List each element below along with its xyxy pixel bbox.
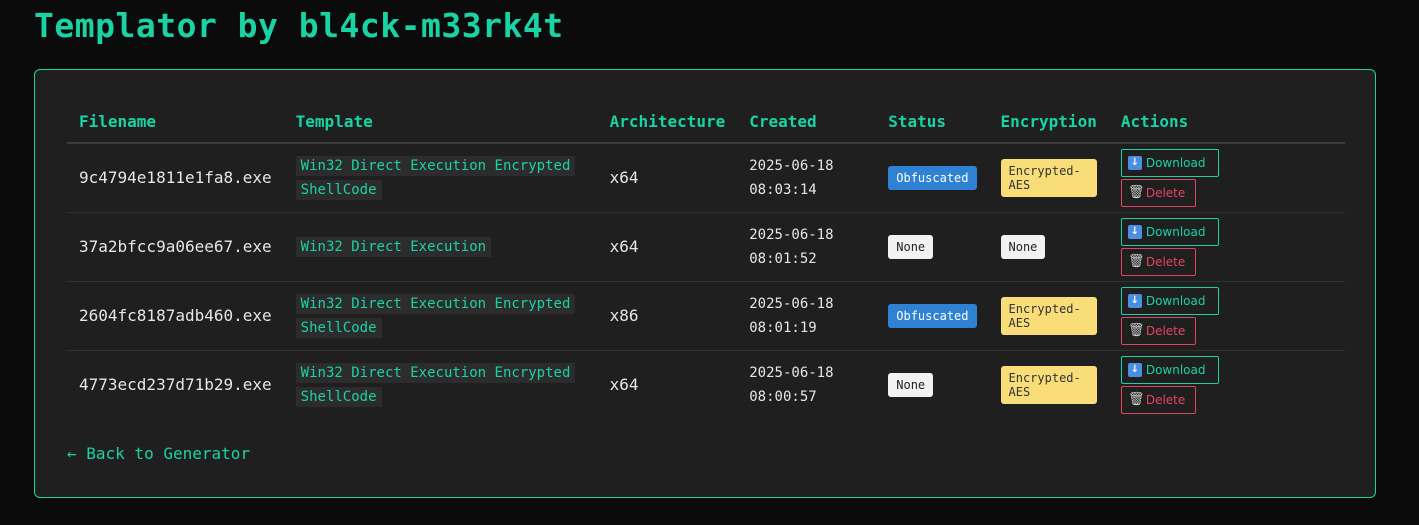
delete-label: Delete — [1145, 254, 1186, 269]
header-template: Template — [283, 100, 598, 144]
encryption-badge: Encrypted-AES — [1000, 365, 1097, 404]
created-cell: 2025-06-18 08:01:52 — [749, 226, 834, 267]
trash-icon: 🗑 — [1127, 322, 1145, 338]
header-architecture: Architecture — [597, 100, 738, 144]
delete-button[interactable]: 🗑 Delete — [1120, 385, 1196, 414]
encryption-badge: Encrypted-AES — [1000, 296, 1097, 335]
page-title: Templator by bl4ck-m33rk4t — [34, 6, 564, 45]
download-label: Download — [1145, 362, 1206, 377]
download-label: Download — [1145, 224, 1206, 239]
delete-label: Delete — [1145, 323, 1186, 338]
delete-label: Delete — [1145, 392, 1186, 407]
delete-button[interactable]: 🗑 Delete — [1120, 178, 1196, 207]
table-row: 9c4794e1811e1fa8.exe Win32 Direct Execut… — [67, 143, 1345, 213]
download-icon: ↓ — [1127, 362, 1142, 377]
status-badge: None — [888, 234, 934, 259]
filename-cell: 4773ecd237d71b29.exe — [79, 375, 272, 395]
trash-icon: 🗑 — [1127, 391, 1145, 407]
architecture-cell: x64 — [597, 212, 738, 282]
delete-label: Delete — [1145, 185, 1186, 200]
download-label: Download — [1145, 293, 1206, 308]
encryption-badge: Encrypted-AES — [1000, 158, 1097, 197]
download-button[interactable]: ↓ Download — [1120, 286, 1219, 315]
files-panel: Filename Template Architecture Created S… — [34, 69, 1376, 498]
filename-cell: 2604fc8187adb460.exe — [67, 281, 284, 351]
table-row: 37a2bfcc9a06ee67.exe Win32 Direct Execut… — [67, 212, 1345, 282]
table-row: 4773ecd237d71b29.exe Win32 Direct Execut… — [67, 350, 1345, 419]
header-filename: Filename — [67, 100, 284, 144]
download-button[interactable]: ↓ Download — [1120, 217, 1219, 246]
created-cell: 2025-06-18 08:00:57 — [749, 364, 834, 405]
architecture-cell: x64 — [609, 375, 639, 395]
download-icon: ↓ — [1127, 155, 1142, 170]
delete-button[interactable]: 🗑 Delete — [1120, 316, 1196, 345]
back-to-generator-link[interactable]: ← Back to Generator — [67, 444, 250, 463]
delete-button[interactable]: 🗑 Delete — [1120, 247, 1196, 276]
template-tag: Win32 Direct Execution Encrypted ShellCo… — [295, 293, 576, 338]
encryption-badge: None — [1000, 234, 1046, 259]
download-label: Download — [1145, 155, 1206, 170]
template-tag: Win32 Direct Execution — [295, 236, 492, 257]
template-tag: Win32 Direct Execution Encrypted ShellCo… — [295, 362, 576, 407]
architecture-cell: x64 — [597, 143, 738, 213]
download-icon: ↓ — [1127, 224, 1142, 239]
table-row: 2604fc8187adb460.exe Win32 Direct Execut… — [67, 281, 1345, 351]
status-badge: None — [888, 372, 934, 397]
header-encryption: Encryption — [988, 100, 1109, 144]
header-actions: Actions — [1108, 100, 1345, 144]
template-tag: Win32 Direct Execution Encrypted ShellCo… — [295, 155, 576, 200]
filename-cell: 37a2bfcc9a06ee67.exe — [67, 212, 284, 282]
header-status: Status — [876, 100, 989, 144]
download-button[interactable]: ↓ Download — [1120, 355, 1219, 384]
header-created: Created — [737, 100, 877, 144]
status-badge: Obfuscated — [888, 303, 977, 328]
architecture-cell: x86 — [597, 281, 738, 351]
trash-icon: 🗑 — [1127, 253, 1145, 269]
files-table: Filename Template Architecture Created S… — [67, 100, 1345, 419]
filename-cell: 9c4794e1811e1fa8.exe — [67, 143, 284, 213]
status-badge: Obfuscated — [888, 165, 977, 190]
download-icon: ↓ — [1127, 293, 1142, 308]
created-cell: 2025-06-18 08:03:14 — [749, 157, 834, 198]
trash-icon: 🗑 — [1127, 184, 1145, 200]
created-cell: 2025-06-18 08:01:19 — [749, 295, 834, 336]
download-button[interactable]: ↓ Download — [1120, 148, 1219, 177]
table-header-row: Filename Template Architecture Created S… — [67, 100, 1345, 144]
